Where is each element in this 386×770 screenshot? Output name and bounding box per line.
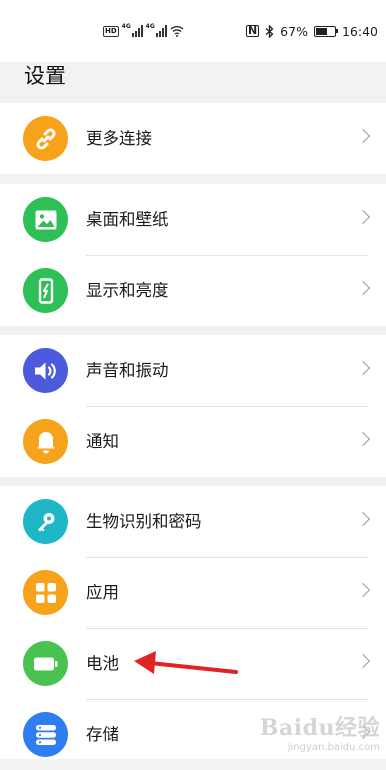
page-title: 设置	[24, 64, 66, 88]
nfc-icon: N	[245, 24, 260, 37]
chevron-right-icon	[355, 511, 371, 527]
settings-item-label: 桌面和壁纸	[86, 210, 169, 229]
watermark: Baidu经验 jingyan.baidu.com	[260, 710, 380, 753]
settings-item-label: 通知	[86, 432, 119, 451]
settings-item-label: 生物识别和密码	[86, 512, 202, 531]
settings-group-connect: 更多连接	[0, 103, 386, 174]
storage-icon-badge	[23, 712, 68, 757]
bluetooth-icon	[265, 24, 274, 38]
network-type-label: 4G	[145, 23, 155, 30]
status-bar-left: HD 4G 4G	[103, 22, 184, 40]
signal-icon: 4G	[145, 23, 167, 37]
settings-item-more-connections[interactable]: 更多连接	[0, 103, 386, 174]
settings-item-apps[interactable]: 应用	[0, 557, 386, 628]
speaker-icon-badge	[23, 348, 68, 393]
link-icon	[35, 127, 56, 150]
settings-item-sound-vibration[interactable]: 声音和振动	[0, 335, 386, 406]
settings-item-desktop-wallpaper[interactable]: 桌面和壁纸	[0, 184, 386, 255]
image-icon-badge	[23, 197, 68, 242]
watermark-url: jingyan.baidu.com	[287, 742, 380, 753]
settings-group-sound: 声音和振动 通知	[0, 335, 386, 477]
key-icon	[37, 512, 54, 531]
settings-item-notifications[interactable]: 通知	[0, 406, 386, 477]
chevron-right-icon	[355, 360, 371, 376]
battery-icon	[33, 657, 57, 670]
chevron-right-icon	[355, 582, 371, 598]
hd-indicator: HD	[103, 25, 119, 37]
settings-item-label: 更多连接	[86, 129, 152, 148]
settings-item-display-brightness[interactable]: 显示和亮度	[0, 255, 386, 326]
chevron-right-icon	[355, 280, 371, 296]
wifi-icon	[170, 26, 184, 37]
speaker-icon	[34, 362, 56, 379]
battery-status-icon	[313, 25, 339, 37]
settings-group-display: 桌面和壁纸 显示和亮度	[0, 184, 386, 326]
key-icon-badge	[23, 499, 68, 544]
chevron-right-icon	[355, 209, 371, 225]
phone-brightness-icon-badge	[23, 268, 68, 313]
settings-item-battery[interactable]: 电池	[0, 628, 386, 699]
apps-grid-icon	[35, 582, 56, 603]
apps-grid-icon-badge	[23, 570, 68, 615]
chevron-right-icon	[355, 431, 371, 447]
chevron-right-icon	[355, 653, 371, 669]
bell-icon	[36, 431, 55, 453]
settings-item-biometrics-password[interactable]: 生物识别和密码	[0, 486, 386, 557]
status-bar: HD 4G 4G N 67% 16:40	[0, 0, 386, 62]
signal-icon: 4G	[121, 23, 143, 37]
settings-item-label: 存储	[86, 725, 119, 744]
settings-item-label: 电池	[86, 654, 119, 673]
phone-brightness-icon	[38, 277, 53, 304]
bell-icon-badge	[23, 419, 68, 464]
settings-item-label: 应用	[86, 583, 119, 602]
status-bar-right: N 67% 16:40	[245, 22, 378, 40]
settings-item-label: 声音和振动	[86, 361, 169, 380]
storage-icon	[35, 724, 56, 745]
link-icon-badge	[23, 116, 68, 161]
watermark-logo: Baidu经验	[259, 715, 380, 741]
settings-item-label: 显示和亮度	[86, 281, 169, 300]
battery-percent: 67%	[280, 23, 308, 39]
network-type-label: 4G	[121, 23, 131, 30]
battery-icon-badge	[23, 641, 68, 686]
image-icon	[35, 210, 56, 229]
chevron-right-icon	[355, 128, 371, 144]
clock: 16:40	[341, 23, 378, 39]
